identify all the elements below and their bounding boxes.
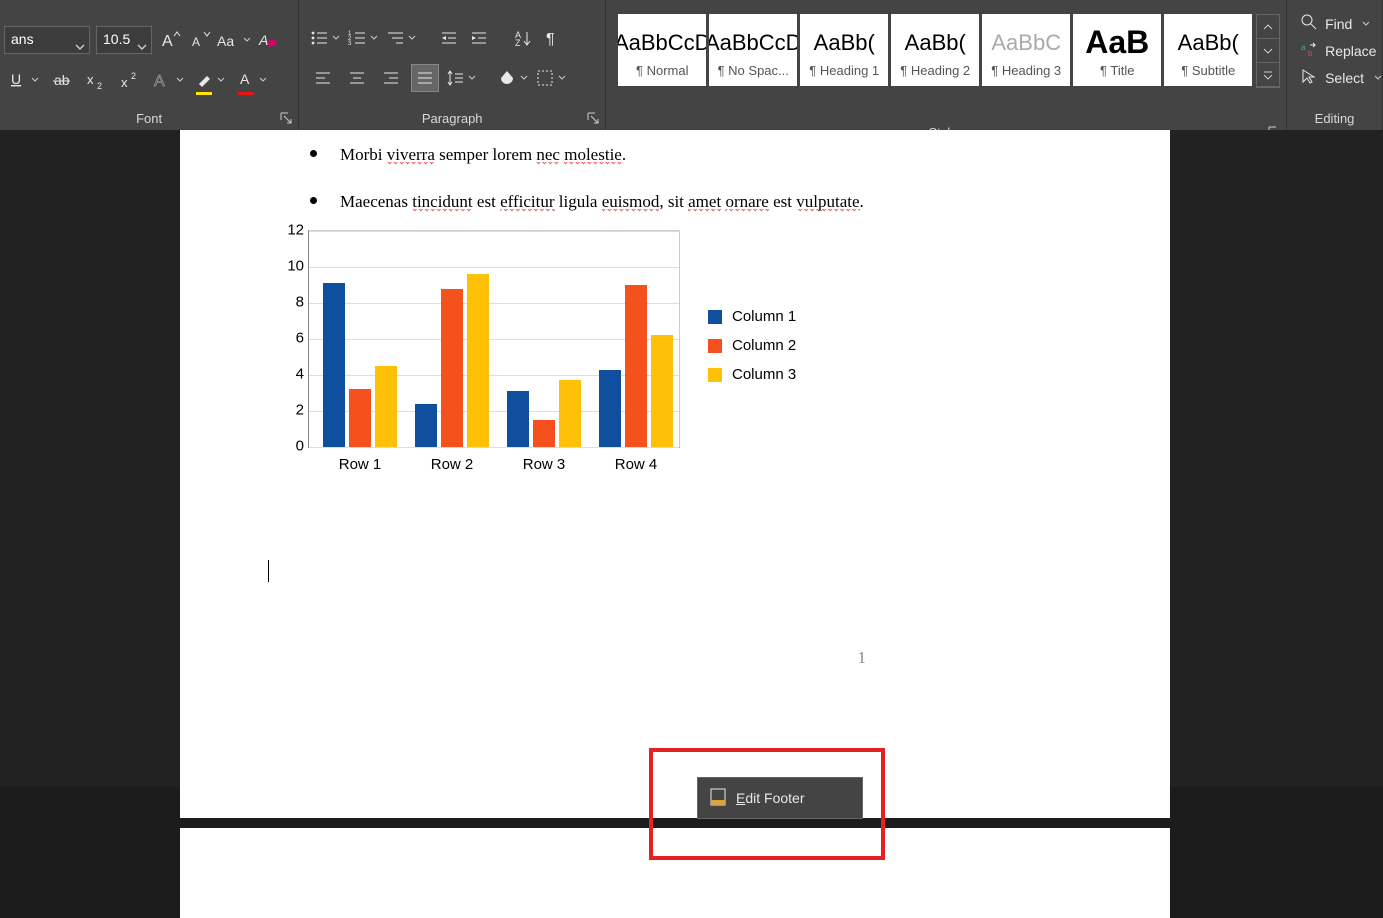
group-label-editing: Editing <box>1287 111 1382 126</box>
chart-object[interactable]: 024681012 Row 1Row 2Row 3Row 4 Column 1C… <box>270 224 796 484</box>
justify-button[interactable] <box>411 64 439 92</box>
cursor-icon <box>1301 68 1317 87</box>
list-item: Maecenas tincidunt est efficitur ligula … <box>330 187 1170 212</box>
svg-text:2: 2 <box>97 81 102 91</box>
search-icon <box>1301 14 1317 33</box>
style-tile-6[interactable]: AaBb(¶ Subtitle <box>1164 14 1252 86</box>
legend-item: Column 3 <box>708 366 796 383</box>
group-label-paragraph: Paragraph <box>299 111 605 126</box>
footer-icon <box>710 788 726 809</box>
increase-indent-button[interactable] <box>467 26 491 50</box>
underline-button[interactable]: U <box>8 68 40 92</box>
legend-item: Column 1 <box>708 308 796 325</box>
style-tile-4[interactable]: AaBbC¶ Heading 3 <box>982 14 1070 86</box>
decrease-indent-button[interactable] <box>437 26 461 50</box>
svg-text:3: 3 <box>348 41 352 47</box>
svg-text:A: A <box>154 73 165 90</box>
replace-button[interactable]: ab Replace <box>1301 41 1382 60</box>
svg-text:¶: ¶ <box>546 31 555 48</box>
style-tile-5[interactable]: AaB¶ Title <box>1073 14 1161 86</box>
highlight-color-swatch <box>196 92 212 95</box>
style-tile-2[interactable]: AaBb(¶ Heading 1 <box>800 14 888 86</box>
find-label: Find <box>1325 16 1352 32</box>
style-tile-0[interactable]: AaBbCcD¶ Normal <box>618 14 706 86</box>
svg-text:b: b <box>1308 49 1313 58</box>
styles-scroll[interactable] <box>1256 14 1280 88</box>
borders-button[interactable] <box>535 66 567 90</box>
superscript-button[interactable]: x2 <box>118 68 142 92</box>
group-editing: Find ab Replace Select Editing <box>1287 0 1383 130</box>
document-area[interactable]: Morbi viverra semper lorem nec molestie.… <box>0 130 1383 787</box>
show-marks-button[interactable]: ¶ <box>541 26 565 50</box>
paragraph-dialog-launcher[interactable] <box>587 112 599 124</box>
numbering-button[interactable]: 123 <box>347 26 379 50</box>
list-item: Morbi viverra semper lorem nec molestie. <box>330 140 1170 165</box>
page-2[interactable] <box>180 828 1170 918</box>
group-styles: AaBbCcD¶ NormalAaBbCcD¶ No Spac...AaBb(¶… <box>606 0 1287 144</box>
svg-text:A: A <box>258 32 268 48</box>
context-menu-edit-footer[interactable]: Edit Footer <box>697 777 863 819</box>
styles-scroll-up[interactable] <box>1257 15 1279 39</box>
page-number: 1 <box>858 648 867 668</box>
strikethrough-button[interactable]: ab <box>50 68 74 92</box>
select-button[interactable]: Select <box>1301 68 1382 87</box>
highlight-color-button[interactable] <box>194 68 226 92</box>
svg-text:A: A <box>240 71 250 87</box>
replace-icon: ab <box>1301 41 1317 60</box>
style-tile-3[interactable]: AaBb(¶ Heading 2 <box>891 14 979 86</box>
svg-text:x: x <box>121 75 128 90</box>
clear-formatting-button[interactable]: A <box>256 28 280 52</box>
line-spacing-button[interactable] <box>445 66 477 90</box>
font-name-combo[interactable]: ans <box>4 26 90 54</box>
edit-footer-label: Edit Footer <box>736 790 804 806</box>
chevron-down-icon <box>137 35 147 59</box>
svg-text:A: A <box>192 35 200 49</box>
shrink-font-button[interactable]: A <box>188 28 212 52</box>
svg-text:U: U <box>11 71 21 87</box>
font-name-value: ans <box>11 31 34 47</box>
chart-plot: 024681012 Row 1Row 2Row 3Row 4 <box>270 224 686 484</box>
group-label-font: Font <box>0 111 298 126</box>
align-right-button[interactable] <box>377 64 405 92</box>
multilevel-list-button[interactable] <box>385 26 417 50</box>
bullets-button[interactable] <box>309 26 341 50</box>
text-cursor <box>268 560 269 582</box>
styles-gallery: AaBbCcD¶ NormalAaBbCcD¶ No Spac...AaBb(¶… <box>618 14 1252 86</box>
svg-text:Aa: Aa <box>217 33 234 49</box>
svg-text:A: A <box>162 33 173 50</box>
font-color-button[interactable]: A <box>236 68 268 92</box>
chevron-down-icon <box>75 35 85 59</box>
font-size-value: 10.5 <box>103 31 130 47</box>
grow-font-button[interactable]: A <box>158 28 182 52</box>
text-effects-button[interactable]: A <box>152 68 184 92</box>
font-dialog-launcher[interactable] <box>280 112 292 124</box>
legend-item: Column 2 <box>708 337 796 354</box>
subscript-button[interactable]: x2 <box>84 68 108 92</box>
svg-text:ab: ab <box>54 72 70 88</box>
sort-button[interactable]: AZ <box>511 26 535 50</box>
select-label: Select <box>1325 70 1364 86</box>
styles-scroll-down[interactable] <box>1257 39 1279 63</box>
align-left-button[interactable] <box>309 64 337 92</box>
svg-text:x: x <box>87 72 94 87</box>
chart-legend: Column 1 Column 2 Column 3 <box>708 308 796 484</box>
shading-button[interactable] <box>497 66 529 90</box>
group-paragraph: 123 AZ ¶ Paragraph <box>299 0 606 130</box>
styles-scroll-more[interactable] <box>1257 63 1279 87</box>
svg-text:Z: Z <box>515 38 521 48</box>
align-center-button[interactable] <box>343 64 371 92</box>
group-font: ans 10.5 A A Aa A U ab x2 x2 A A <box>0 0 299 130</box>
find-button[interactable]: Find <box>1301 14 1382 33</box>
page-1[interactable]: Morbi viverra semper lorem nec molestie.… <box>180 130 1170 818</box>
bullet-list: Morbi viverra semper lorem nec molestie.… <box>290 140 1170 212</box>
change-case-button[interactable]: Aa <box>218 28 250 52</box>
svg-text:a: a <box>1301 43 1306 52</box>
replace-label: Replace <box>1325 43 1376 59</box>
svg-text:2: 2 <box>131 71 136 81</box>
ribbon: ans 10.5 A A Aa A U ab x2 x2 A A <box>0 0 1383 131</box>
style-tile-1[interactable]: AaBbCcD¶ No Spac... <box>709 14 797 86</box>
font-color-swatch <box>238 92 254 95</box>
font-size-combo[interactable]: 10.5 <box>96 26 152 54</box>
